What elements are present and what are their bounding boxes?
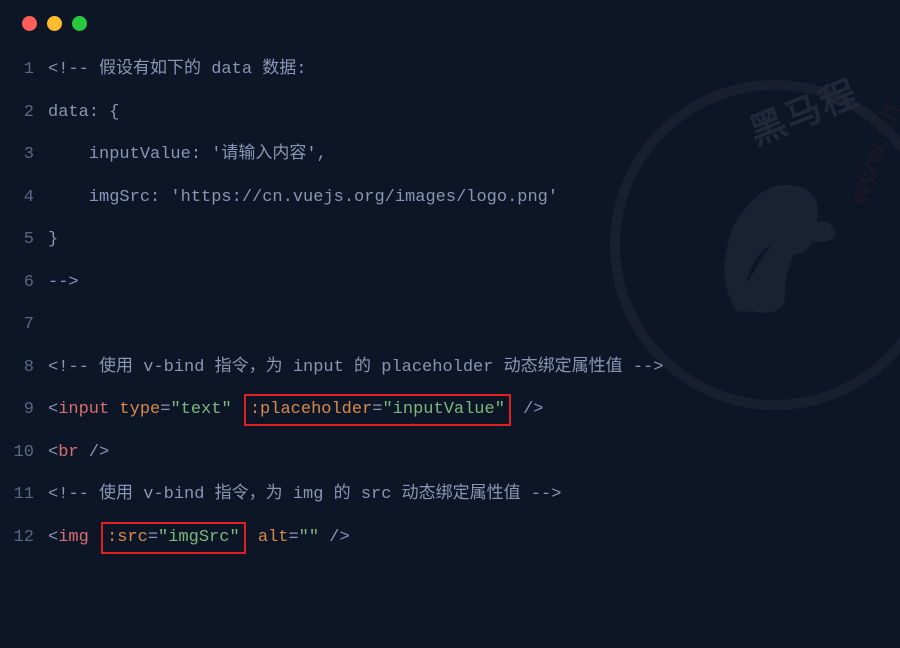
line-content: } [48,219,900,262]
line-content: <input type="text" :placeholder="inputVa… [48,389,900,432]
code-token: :placeholder [250,400,372,419]
line-number: 8 [0,347,48,390]
code-token: < [48,400,58,419]
line-number: 3 [0,134,48,177]
code-token: 使用 v-bind 指令，为 img 的 src 动态绑定属性值 [89,485,531,504]
line-number: 9 [0,389,48,432]
line-content: <br /> [48,432,900,475]
code-token: = [288,528,298,547]
code-line: 3 inputValue: '请输入内容', [0,134,900,177]
code-token: data: { [48,103,119,122]
code-token: br [58,443,78,462]
code-token: alt [258,528,289,547]
line-number: 7 [0,304,48,347]
code-token: "imgSrc" [158,528,240,547]
code-token: = [160,400,170,419]
line-number: 10 [0,432,48,475]
code-line: 4 imgSrc: 'https://cn.vuejs.org/images/l… [0,177,900,220]
line-content: <!-- 使用 v-bind 指令，为 input 的 placeholder … [48,347,900,390]
code-token: --> [633,358,664,377]
code-token: <!-- [48,485,89,504]
code-token: "text" [170,400,231,419]
code-token: /> [523,400,543,419]
code-token: <!-- [48,358,89,377]
code-token [232,400,242,419]
code-token: <!-- [48,60,89,79]
line-content: imgSrc: 'https://cn.vuejs.org/images/log… [48,177,900,220]
code-token: --> [48,273,79,292]
code-editor[interactable]: 1<!-- 假设有如下的 data 数据:2data: {3 inputValu… [0,41,900,559]
code-token: 使用 v-bind 指令，为 input 的 placeholder 动态绑定属… [89,358,633,377]
line-number: 5 [0,219,48,262]
code-line: 6--> [0,262,900,305]
code-token: = [372,400,382,419]
line-number: 4 [0,177,48,220]
code-line: 5} [0,219,900,262]
close-icon[interactable] [22,16,37,31]
line-content: data: { [48,92,900,135]
code-line: 7 [0,304,900,347]
code-token: "" [299,528,319,547]
code-token: = [148,528,158,547]
code-token: } [48,230,58,249]
highlight-box: :src="imgSrc" [101,522,246,554]
code-token: type [119,400,160,419]
code-token: < [48,443,58,462]
code-token [109,400,119,419]
line-number: 6 [0,262,48,305]
code-line: 12<img :src="imgSrc" alt="" /> [0,517,900,560]
code-token [319,528,329,547]
code-line: 10<br /> [0,432,900,475]
line-number: 1 [0,49,48,92]
line-content: <!-- 假设有如下的 data 数据: [48,49,900,92]
line-content: --> [48,262,900,305]
minimize-icon[interactable] [47,16,62,31]
code-token [248,528,258,547]
line-content: <!-- 使用 v-bind 指令，为 img 的 src 动态绑定属性值 --… [48,474,900,517]
code-line: 2data: { [0,92,900,135]
line-content: <img :src="imgSrc" alt="" /> [48,517,900,560]
maximize-icon[interactable] [72,16,87,31]
code-token: imgSrc: 'https://cn.vuejs.org/images/log… [48,188,558,207]
line-number: 2 [0,92,48,135]
code-token: :src [107,528,148,547]
line-number: 12 [0,517,48,560]
code-token: < [48,528,58,547]
code-token: "inputValue" [382,400,504,419]
code-line: 1<!-- 假设有如下的 data 数据: [0,49,900,92]
code-token [79,443,89,462]
code-token: img [58,528,89,547]
code-token: /> [329,528,349,547]
line-number: 11 [0,474,48,517]
code-token [89,528,99,547]
code-token: /> [89,443,109,462]
code-token [513,400,523,419]
window-controls [0,0,900,41]
code-line: 9<input type="text" :placeholder="inputV… [0,389,900,432]
highlight-box: :placeholder="inputValue" [244,394,511,426]
code-line: 8<!-- 使用 v-bind 指令，为 input 的 placeholder… [0,347,900,390]
code-token: input [58,400,109,419]
code-token: --> [531,485,562,504]
code-token: 假设有如下的 data 数据: [89,60,307,79]
code-token: inputValue: '请输入内容', [48,145,327,164]
code-line: 11<!-- 使用 v-bind 指令，为 img 的 src 动态绑定属性值 … [0,474,900,517]
line-content: inputValue: '请输入内容', [48,134,900,177]
